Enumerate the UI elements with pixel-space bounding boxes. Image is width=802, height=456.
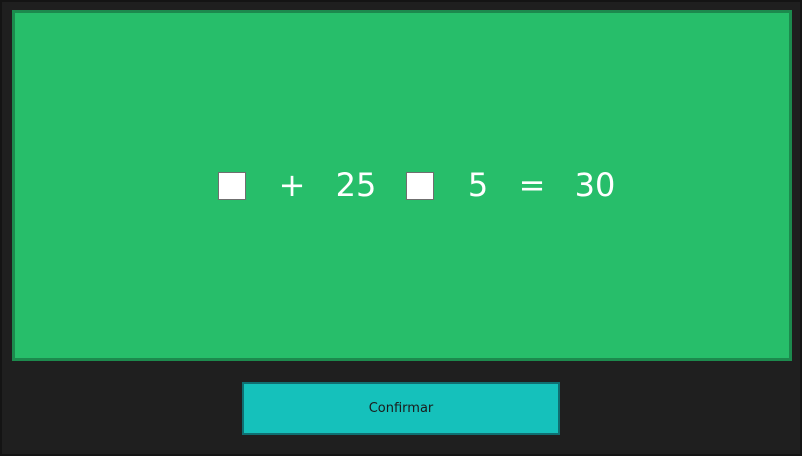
game-window: + 25 5 = 30 Confirmar xyxy=(0,0,802,456)
confirm-button[interactable]: Confirmar xyxy=(242,382,560,435)
number-thirty: 30 xyxy=(574,166,616,204)
plus-operator: + xyxy=(278,166,306,204)
answer-slot-operator[interactable] xyxy=(406,172,434,200)
equation-board: + 25 5 = 30 xyxy=(12,10,792,361)
equation-row: + 25 5 = 30 xyxy=(15,13,789,358)
answer-slot-first[interactable] xyxy=(218,172,246,200)
number-twenty-five: 25 xyxy=(335,166,377,204)
number-five: 5 xyxy=(467,166,489,204)
equals-sign: = xyxy=(518,166,546,204)
